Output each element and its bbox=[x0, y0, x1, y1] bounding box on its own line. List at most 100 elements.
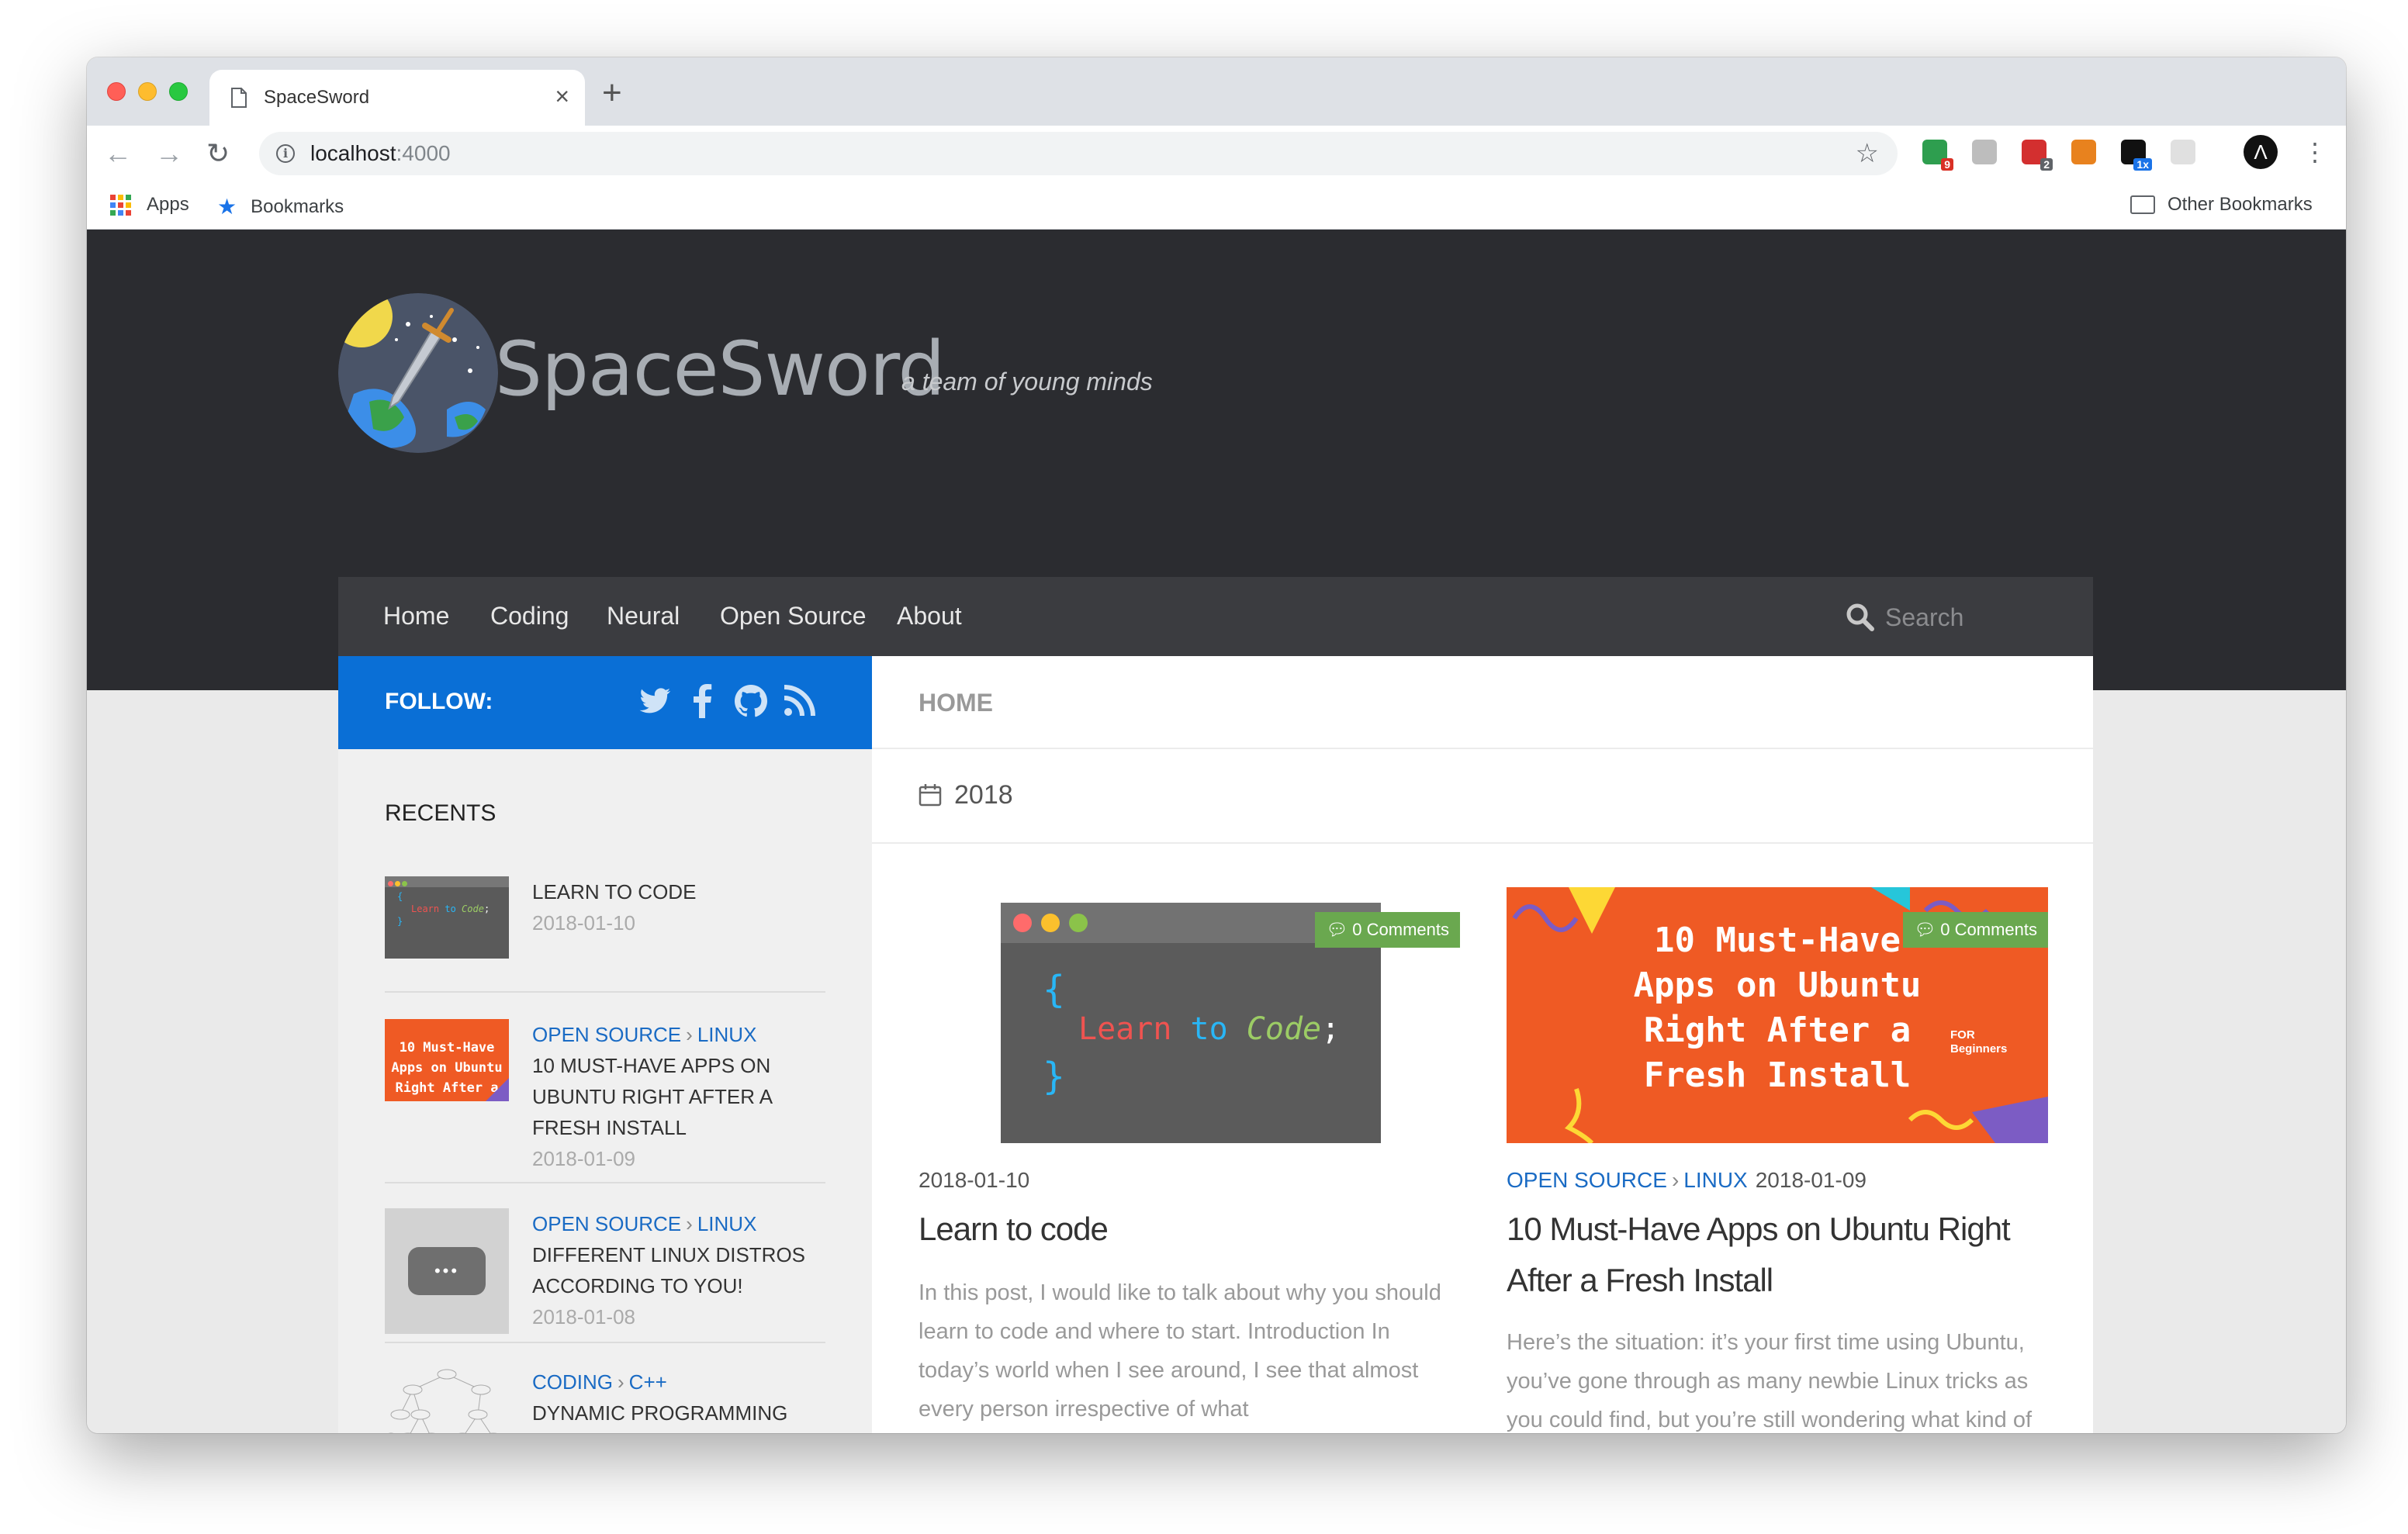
code-to: to bbox=[1190, 1011, 1228, 1047]
recent-title[interactable]: DIFFERENT LINUX DISTROS ACCORDING TO YOU… bbox=[532, 1239, 827, 1301]
nav-item-home[interactable]: Home bbox=[383, 602, 449, 631]
post-title[interactable]: 10 Must-Have Apps on Ubuntu Right After … bbox=[1507, 1204, 2048, 1306]
post-thumbnail[interactable]: { Learn to Code; } 💬︎ 0 Comments bbox=[919, 887, 1460, 1143]
recent-text: LEARN TO CODE 2018-01-10 bbox=[532, 876, 827, 938]
breadcrumb: HOME bbox=[872, 656, 2093, 749]
nav-item-coding[interactable]: Coding bbox=[490, 602, 569, 631]
reload-icon[interactable]: ↻ bbox=[206, 138, 230, 169]
search-input[interactable] bbox=[1885, 600, 2071, 634]
category-link[interactable]: OPEN SOURCE bbox=[1507, 1168, 1667, 1192]
new-tab-button[interactable]: + bbox=[602, 76, 622, 110]
ubuntu-apps-thumbnail[interactable]: 10 Must-Have Apps on Ubuntu Right After … bbox=[385, 1019, 509, 1101]
calendar-icon bbox=[919, 784, 942, 807]
main-navigation: Home Coding Neural Open Source About bbox=[338, 577, 2093, 656]
address-bar[interactable]: i localhost:4000 ☆ bbox=[259, 132, 1898, 175]
green-circle-extension-icon[interactable]: 9 bbox=[1922, 140, 1953, 171]
recent-date: 2018-01-10 bbox=[532, 911, 635, 935]
recent-title[interactable]: LEARN TO CODE bbox=[532, 876, 827, 907]
forward-arrow-icon[interactable]: → bbox=[155, 138, 183, 169]
red-dots-extension-icon[interactable]: 2 bbox=[2022, 140, 2053, 171]
recent-date: 2018-01-09 bbox=[532, 1147, 635, 1170]
category-link[interactable]: CODING bbox=[532, 1370, 613, 1394]
post-date: 2018-01-10 bbox=[919, 1168, 1030, 1192]
thumb-line-1: 10 Must-Have bbox=[399, 1040, 495, 1055]
tab-spacesword[interactable]: SpaceSword × bbox=[209, 70, 585, 126]
category-link[interactable]: LINUX bbox=[697, 1212, 757, 1235]
comments-badge[interactable]: 💬︎ 0 Comments bbox=[1315, 912, 1460, 948]
thumb-to: to bbox=[445, 903, 456, 914]
follow-bar: FOLLOW: bbox=[338, 656, 872, 749]
menu-dots-icon[interactable]: ⋮ bbox=[2302, 136, 2327, 168]
url-host: localhost bbox=[310, 141, 396, 165]
category-link[interactable]: OPEN SOURCE bbox=[532, 1023, 681, 1046]
star-icon: ★ bbox=[217, 195, 237, 219]
url-port: :4000 bbox=[396, 141, 451, 165]
chat-bubble-icon: ••• bbox=[408, 1247, 486, 1295]
recent-post-linux-distros[interactable]: ••• OPEN SOURCE › LINUX DIFFERENT LINUX DI… bbox=[385, 1208, 825, 1334]
tab-title: SpaceSword bbox=[264, 87, 370, 108]
site-logo-icon[interactable] bbox=[338, 293, 498, 453]
bookmark-star-icon[interactable]: ☆ bbox=[1856, 138, 1879, 169]
facebook-icon[interactable] bbox=[684, 682, 721, 720]
site-title[interactable]: SpaceSword bbox=[495, 326, 945, 413]
tab-close-icon[interactable]: × bbox=[555, 82, 569, 110]
nav-item-open-source[interactable]: Open Source bbox=[720, 602, 867, 631]
thumb-brace-close: } bbox=[397, 916, 403, 927]
year-text: 2018 bbox=[954, 780, 1013, 810]
site-tagline: a team of young minds bbox=[901, 368, 1153, 396]
post-date: 2018-01-09 bbox=[1755, 1168, 1867, 1192]
category-link[interactable]: OPEN SOURCE bbox=[532, 1212, 681, 1235]
comments-count: 0 Comments bbox=[1940, 920, 2037, 939]
recent-title[interactable]: 10 MUST-HAVE APPS ON UBUNTU RIGHT AFTER … bbox=[532, 1050, 827, 1143]
minimize-window-button[interactable] bbox=[138, 82, 157, 101]
category-link[interactable]: LINUX bbox=[1683, 1168, 1747, 1192]
close-window-button[interactable] bbox=[107, 82, 126, 101]
github-icon[interactable] bbox=[732, 682, 770, 720]
linux-distros-thumbnail[interactable]: ••• bbox=[385, 1208, 509, 1334]
info-icon[interactable]: i bbox=[276, 144, 295, 163]
nav-item-neural[interactable]: Neural bbox=[607, 602, 680, 631]
comments-badge[interactable]: 💬︎ 0 Comments bbox=[1903, 912, 2048, 948]
recent-post-learn-to-code[interactable]: { Learn to Code; } LEARN TO CODE 2018-01… bbox=[385, 876, 825, 962]
chevron-right-icon: › bbox=[686, 1212, 693, 1235]
bookmarks-bar: Apps ★ Bookmarks Other Bookmarks bbox=[87, 181, 2346, 230]
bookmark-bookmarks[interactable]: ★ Bookmarks bbox=[217, 194, 344, 219]
chevron-right-icon: › bbox=[1671, 1168, 1680, 1192]
post-title[interactable]: Learn to code bbox=[919, 1204, 1460, 1255]
cube-extension-icon[interactable] bbox=[1972, 140, 1997, 164]
bookmark-apps[interactable]: Apps bbox=[110, 194, 189, 216]
extension-badge: 2 bbox=[2040, 158, 2053, 171]
for-label: FOR bbox=[1950, 1028, 1975, 1042]
grey-square-extension-icon[interactable] bbox=[2171, 140, 2195, 164]
chevron-right-icon: › bbox=[618, 1370, 624, 1394]
profile-avatar[interactable]: Λ bbox=[2244, 135, 2278, 169]
nav-item-about[interactable]: About bbox=[897, 602, 962, 631]
maximize-window-button[interactable] bbox=[169, 82, 188, 101]
rss-icon[interactable] bbox=[780, 682, 818, 720]
tree-diagram-thumbnail[interactable] bbox=[385, 1366, 509, 1433]
recent-post-ubuntu-apps[interactable]: 10 Must-Have Apps on Ubuntu Right After … bbox=[385, 1019, 825, 1174]
chevron-extension-icon[interactable]: 1x bbox=[2121, 140, 2152, 171]
back-arrow-icon[interactable]: ← bbox=[104, 138, 132, 169]
bookmark-other[interactable]: Other Bookmarks bbox=[2130, 194, 2313, 216]
fox-extension-icon[interactable] bbox=[2071, 140, 2096, 164]
breadcrumb-home[interactable]: HOME bbox=[919, 689, 993, 717]
category-link[interactable]: LINUX bbox=[697, 1023, 757, 1046]
recent-categories: OPEN SOURCE › LINUX bbox=[532, 1208, 827, 1239]
comments-count: 0 Comments bbox=[1352, 920, 1449, 939]
folder-icon bbox=[2130, 195, 2155, 214]
category-link[interactable]: C++ bbox=[629, 1370, 667, 1394]
learn-to-code-thumbnail[interactable]: { Learn to Code; } bbox=[385, 876, 509, 959]
browser-toolbar: ← → ↻ i localhost:4000 ☆ 9 2 1x Λ ⋮ bbox=[87, 126, 2346, 181]
thumb-semicolon: ; bbox=[483, 903, 490, 914]
url-text[interactable]: localhost:4000 bbox=[310, 141, 451, 166]
recent-post-dynamic-programming[interactable]: CODING›C++ DYNAMIC PROGRAMMING 2018-01-0… bbox=[385, 1366, 825, 1433]
code-learn: Learn bbox=[1078, 1011, 1172, 1047]
post-thumbnail[interactable]: 10 Must-Have Apps on Ubuntu Right After … bbox=[1507, 887, 2048, 1143]
thumb-learn: Learn bbox=[411, 903, 440, 914]
code-code: Code bbox=[1246, 1011, 1322, 1047]
post-excerpt: In this post, I would like to talk about… bbox=[919, 1280, 1441, 1422]
recent-title[interactable]: DYNAMIC PROGRAMMING bbox=[532, 1398, 827, 1429]
twitter-icon[interactable] bbox=[636, 682, 673, 720]
thumbnail-code: { Learn to Code; } bbox=[385, 887, 509, 928]
